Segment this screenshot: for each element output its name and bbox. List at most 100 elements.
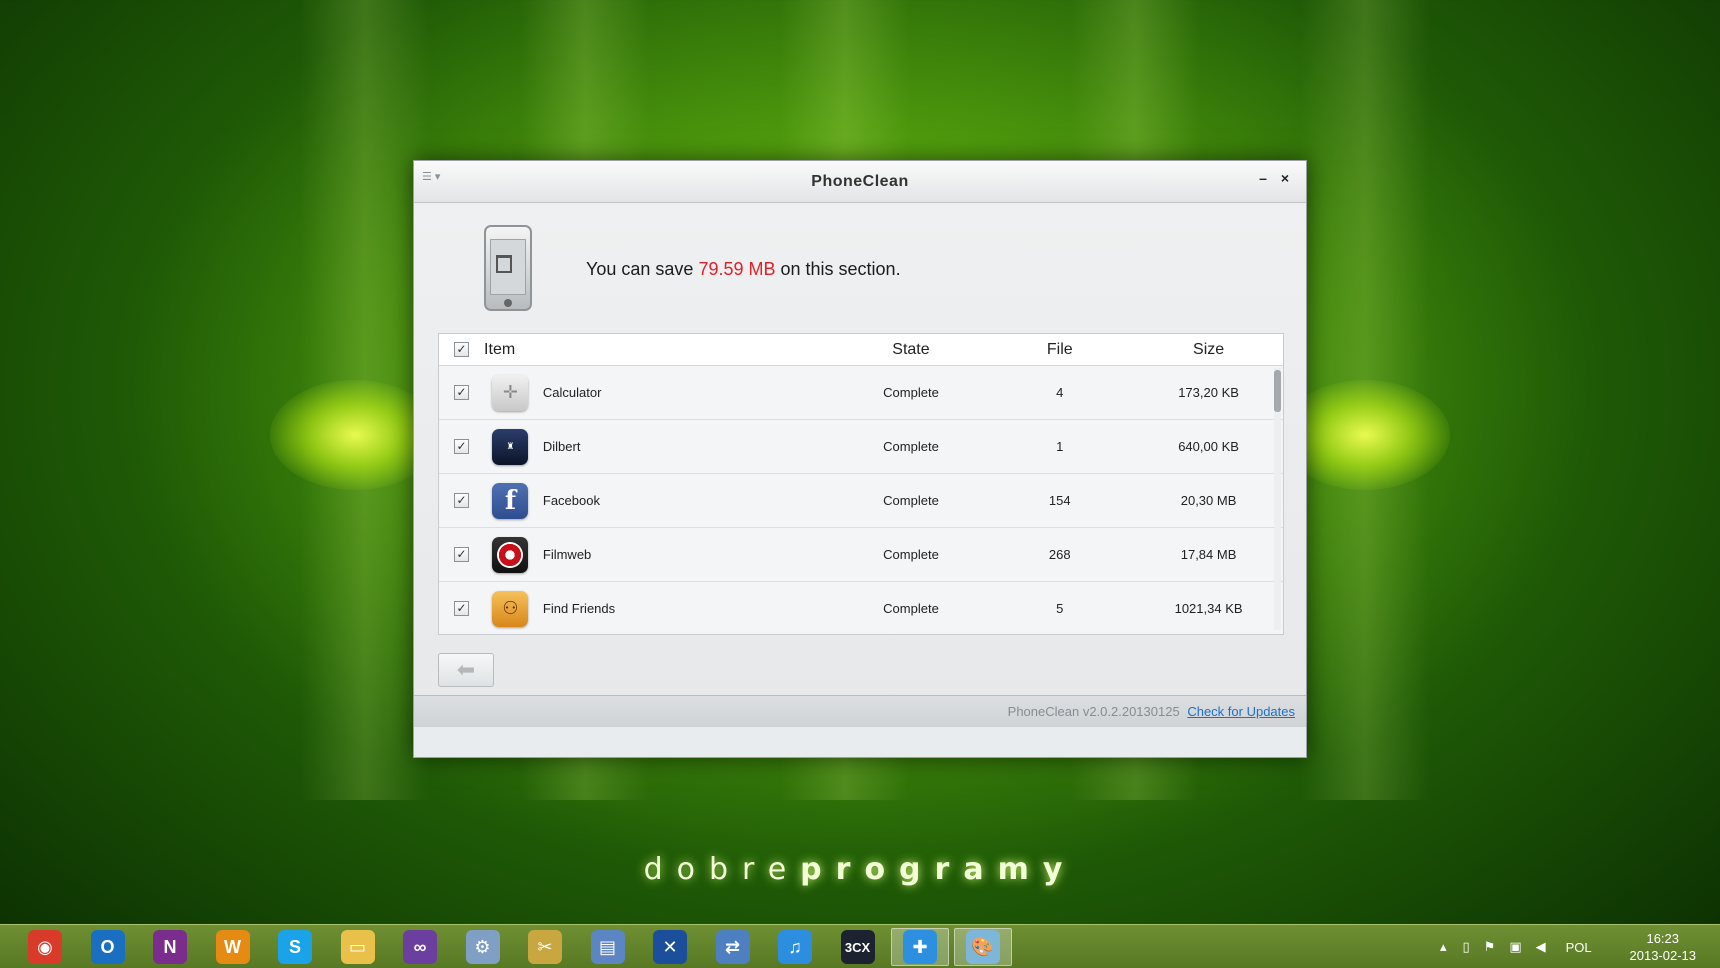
row-state: Complete	[883, 385, 939, 400]
file-explorer-icon: ▭	[340, 930, 375, 964]
row-state: Complete	[883, 439, 939, 454]
select-all-checkbox[interactable]: ✓	[454, 342, 470, 357]
taskbar-system-tools-button[interactable]: ✂	[516, 928, 574, 966]
scrollbar-thumb[interactable]	[1274, 370, 1281, 412]
device-icon[interactable]: ▯	[1463, 939, 1470, 955]
dilbert-icon: ♜	[492, 428, 529, 465]
taskbar-network-tool-button[interactable]: ⚙	[454, 928, 512, 966]
row-checkbox[interactable]: ✓	[454, 601, 470, 616]
row-files: 5	[1056, 601, 1064, 616]
header-size: Size	[1193, 340, 1225, 358]
row-item-name: Facebook	[542, 493, 600, 508]
taskbar-x-app-button[interactable]: ✕	[641, 928, 699, 966]
taskbar-remote-desktop-button[interactable]: ▤	[579, 928, 637, 966]
show-hidden-icons-icon[interactable]: ▴	[1440, 939, 1447, 955]
itunes-icon: ♫	[778, 930, 812, 964]
row-size: 173,20 KB	[1178, 385, 1239, 400]
brand-bold: programy	[800, 852, 1077, 887]
header-item: Item	[484, 340, 516, 358]
table-row[interactable]: ✓ f Facebook Complete 154 20,30 MB	[439, 474, 1283, 528]
row-checkbox[interactable]: ✓	[454, 385, 470, 400]
table-row[interactable]: ✓ ⚇ Find Friends Complete 5 1021,34 KB	[439, 582, 1283, 634]
x-app-icon: ✕	[653, 930, 687, 964]
taskbar-3cx-button[interactable]: 3CX	[829, 928, 887, 966]
system-tray: ▴ ▯ ⚑ ▣ ◀ POL	[1440, 925, 1592, 968]
row-size: 1021,34 KB	[1174, 601, 1243, 616]
taskbar-visual-studio-button[interactable]: ∞	[391, 928, 449, 966]
minimize-button[interactable]: –	[1254, 169, 1272, 187]
savings-suffix: on this section.	[780, 259, 901, 279]
header-state: State	[892, 340, 930, 358]
row-checkbox[interactable]: ✓	[454, 493, 470, 508]
close-button[interactable]: ×	[1276, 169, 1294, 187]
row-item-name: Dilbert	[542, 439, 581, 454]
version-text: PhoneClean v2.0.2.20130125	[1007, 704, 1180, 719]
taskbar-w-app-button[interactable]: W	[204, 928, 262, 966]
row-item-name: Calculator	[542, 385, 602, 400]
taskbar-phoneclean-button[interactable]: ✚	[891, 928, 949, 966]
taskbar-outlook-button[interactable]: O	[79, 928, 137, 966]
taskbar-paint-button[interactable]: 🎨	[953, 928, 1012, 966]
title-bar[interactable]: ☰ ▾ PhoneClean – ×	[414, 161, 1306, 203]
savings-summary: You can save 79.59 MB on this section.	[586, 259, 901, 280]
desktop-brand-text: dobreprogramy	[0, 852, 1720, 887]
table-row[interactable]: ✓ ♜ Dilbert Complete 1 640,00 KB	[439, 420, 1283, 474]
taskbar: ◉ O N W S ▭ ∞ ⚙ ✂ ▤ ✕ ⇄ ♫ 3CX ✚ 🎨 ▴ ▯ ⚑ ▣ ◀ POL 16:23 2…	[0, 924, 1720, 968]
back-button[interactable]: ⬅	[438, 653, 494, 687]
items-table: ✓ Item State File Size ✓ ✛ Calculator Co…	[438, 333, 1284, 635]
row-checkbox[interactable]: ✓	[454, 439, 470, 454]
savings-amount: 79.59 MB	[698, 259, 776, 279]
table-row[interactable]: ✓ Filmweb Complete 268 17,84 MB	[439, 528, 1283, 582]
taskbar-onenote-button[interactable]: N	[141, 928, 199, 966]
phone-trash-icon	[484, 225, 532, 311]
table-scrollbar[interactable]	[1274, 368, 1281, 630]
check-updates-link[interactable]: Check for Updates	[1187, 704, 1295, 719]
window-title: PhoneClean	[811, 173, 909, 190]
arrow-left-icon: ⬅	[456, 657, 476, 682]
w-app-icon: W	[215, 930, 250, 964]
row-state: Complete	[883, 547, 939, 562]
row-size: 640,00 KB	[1178, 439, 1239, 454]
taskbar-chrome-button[interactable]: ◉	[16, 928, 74, 966]
language-indicator[interactable]: POL	[1566, 940, 1592, 955]
taskbar-network-connect-button[interactable]: ⇄	[704, 928, 762, 966]
row-files: 4	[1056, 385, 1064, 400]
table-header: ✓ Item State File Size	[439, 334, 1283, 366]
main-content: You can save 79.59 MB on this section. ✓…	[414, 203, 1306, 727]
visual-studio-icon: ∞	[403, 930, 437, 964]
row-files: 268	[1048, 547, 1071, 562]
phoneclean-icon: ✚	[903, 930, 937, 964]
find-friends-icon: ⚇	[492, 590, 529, 627]
clock-date: 2013-02-13	[1629, 948, 1697, 963]
brand-light: dobre	[643, 852, 801, 887]
system-tools-icon: ✂	[528, 930, 562, 964]
row-state: Complete	[883, 601, 939, 616]
status-bar: PhoneClean v2.0.2.20130125 Check for Upd…	[414, 695, 1306, 727]
row-checkbox[interactable]: ✓	[454, 547, 470, 562]
clock[interactable]: 16:23 2013-02-13	[1630, 930, 1697, 964]
row-item-name: Find Friends	[542, 601, 616, 616]
row-state: Complete	[883, 493, 939, 508]
phoneclean-window: ☰ ▾ PhoneClean – × You can save 79.59 MB…	[413, 160, 1307, 758]
row-item-name: Filmweb	[542, 547, 592, 562]
taskbar-skype-button[interactable]: S	[266, 928, 324, 966]
row-size: 17,84 MB	[1180, 547, 1237, 562]
onenote-icon: N	[153, 930, 187, 964]
network-tool-icon: ⚙	[465, 930, 500, 964]
skype-icon: S	[278, 930, 312, 964]
table-row[interactable]: ✓ ✛ Calculator Complete 4 173,20 KB	[439, 366, 1283, 420]
volume-icon[interactable]: ◀	[1536, 939, 1546, 955]
flag-icon[interactable]: ⚑	[1484, 939, 1496, 955]
remote-desktop-icon: ▤	[590, 930, 625, 964]
3cx-icon: 3CX	[840, 930, 875, 964]
network-connect-icon: ⇄	[715, 930, 750, 964]
taskbar-file-explorer-button[interactable]: ▭	[329, 928, 387, 966]
row-size: 20,30 MB	[1180, 493, 1237, 508]
filmweb-icon	[492, 536, 529, 573]
network-icon[interactable]: ▣	[1509, 939, 1521, 955]
taskbar-itunes-button[interactable]: ♫	[766, 928, 824, 966]
savings-prefix: You can save	[586, 259, 694, 279]
row-files: 154	[1048, 493, 1071, 508]
clock-time: 16:23	[1646, 931, 1680, 946]
outlook-icon: O	[90, 930, 125, 964]
